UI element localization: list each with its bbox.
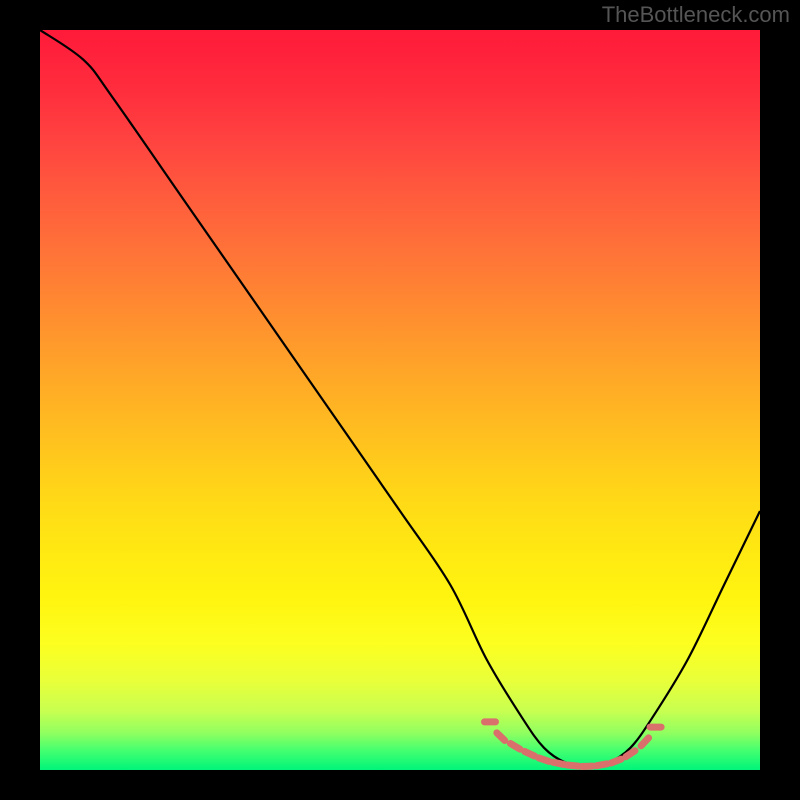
plot-area [40, 30, 760, 770]
sweet-spot-markers [481, 718, 665, 770]
sweet-spot-marker [636, 733, 653, 751]
sweet-spot-marker [492, 728, 510, 746]
sweet-spot-marker [647, 724, 665, 731]
watermark-text: TheBottleneck.com [602, 2, 790, 28]
sweet-spot-marker [481, 718, 499, 725]
bottleneck-curve [40, 30, 760, 766]
chart-container: TheBottleneck.com [0, 0, 800, 800]
curve-layer [40, 30, 760, 770]
